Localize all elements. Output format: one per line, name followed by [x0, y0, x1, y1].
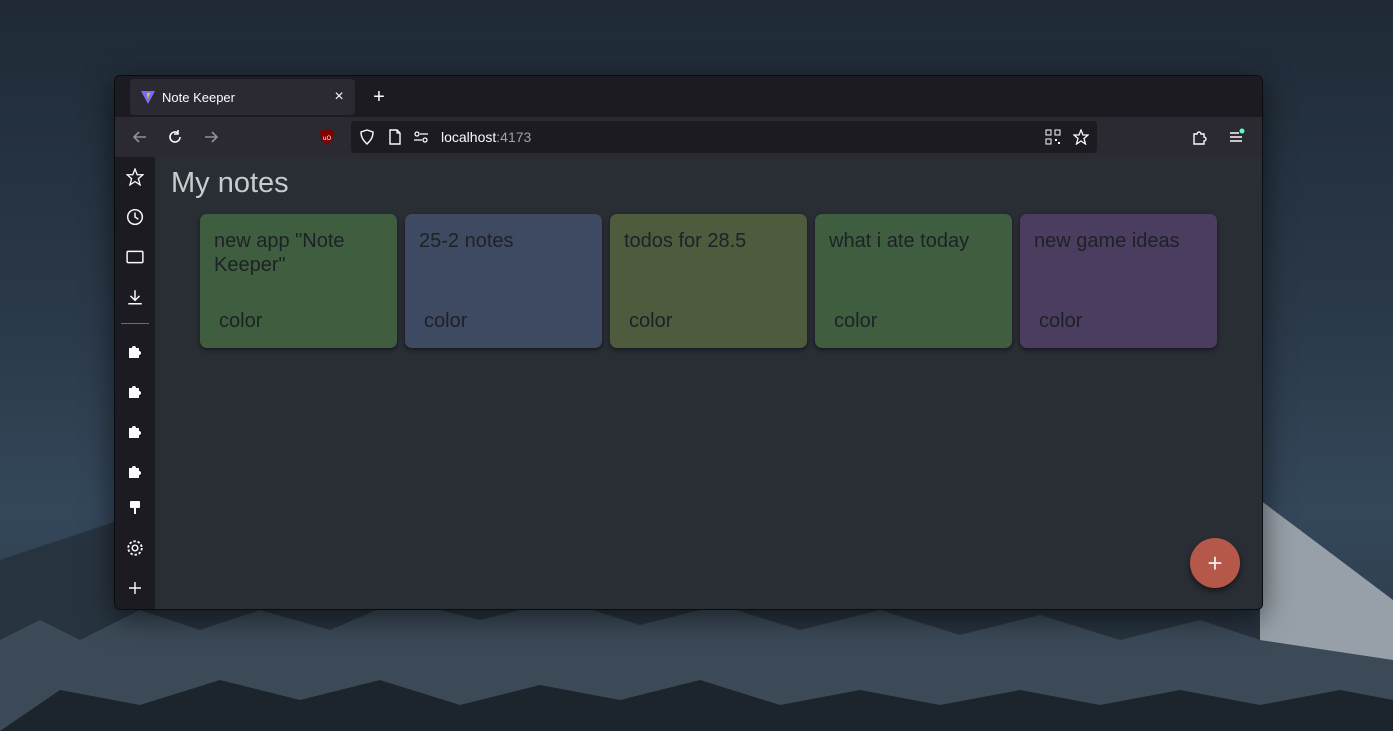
note-color-button[interactable]: color	[834, 310, 877, 333]
app-menu-button[interactable]	[1224, 125, 1248, 149]
note-card[interactable]: what i ate today color	[815, 214, 1012, 348]
puzzle-icon	[1193, 131, 1207, 145]
page-title: My notes	[171, 167, 289, 199]
note-card[interactable]: new app "Note Keeper" color	[200, 214, 397, 348]
tab-bar: Note Keeper × +	[115, 76, 1262, 117]
tab-note-keeper[interactable]: Note Keeper ×	[130, 79, 355, 115]
permissions-icon[interactable]	[413, 129, 429, 145]
hamburger-menu-icon	[1230, 128, 1245, 142]
add-sidebar-item-icon[interactable]	[125, 578, 145, 598]
note-color-button[interactable]: color	[219, 310, 262, 333]
note-title: new app "Note Keeper"	[214, 230, 345, 276]
arrow-left-icon	[132, 131, 146, 143]
url-port: :4173	[496, 129, 532, 145]
reload-button[interactable]	[163, 125, 187, 149]
note-color-button[interactable]: color	[1039, 310, 1082, 333]
browser-window: Note Keeper × + uO localhost:4173 My not…	[114, 75, 1263, 610]
url-text: localhost:4173	[441, 129, 531, 145]
settings-gear-icon[interactable]	[125, 538, 145, 558]
note-title: 25-2 notes	[419, 230, 514, 252]
extensions-button[interactable]	[1188, 125, 1212, 149]
navigation-toolbar: uO localhost:4173	[115, 117, 1262, 157]
svg-text:uO: uO	[323, 135, 332, 142]
note-color-button[interactable]: color	[629, 310, 672, 333]
new-tab-button[interactable]: +	[367, 85, 391, 109]
extension-puzzle-icon[interactable]	[125, 461, 145, 481]
note-card[interactable]: 25-2 notes color	[405, 214, 602, 348]
sidebar-divider	[121, 323, 149, 324]
history-clock-icon[interactable]	[125, 207, 145, 227]
paint-brush-icon[interactable]	[125, 498, 145, 518]
bookmark-star-icon[interactable]	[1073, 129, 1089, 145]
address-bar[interactable]: localhost:4173	[351, 121, 1097, 153]
forward-button[interactable]	[199, 125, 223, 149]
tracking-shield-icon[interactable]	[359, 129, 375, 145]
extension-puzzle-icon[interactable]	[125, 421, 145, 441]
add-note-button[interactable]: +	[1190, 538, 1240, 588]
page-info-icon[interactable]	[387, 129, 403, 145]
synced-tabs-icon[interactable]	[125, 247, 145, 267]
page-content: My notes new app "Note Keeper" color 25-…	[155, 157, 1262, 609]
browser-sidebar	[115, 157, 155, 609]
note-title: what i ate today	[829, 230, 970, 252]
url-host: localhost	[441, 129, 497, 145]
extension-puzzle-icon[interactable]	[125, 381, 145, 401]
note-color-button[interactable]: color	[424, 310, 467, 333]
reload-icon	[169, 130, 181, 143]
note-title: todos for 28.5	[624, 230, 747, 252]
back-button[interactable]	[128, 125, 152, 149]
ublock-origin-button[interactable]: uO	[315, 125, 339, 149]
tab-title: Note Keeper	[162, 89, 235, 105]
close-tab-icon[interactable]: ×	[331, 89, 347, 105]
note-card[interactable]: new game ideas color	[1020, 214, 1217, 348]
note-title: new game ideas	[1034, 230, 1180, 252]
downloads-icon[interactable]	[125, 287, 145, 307]
arrow-right-icon	[205, 131, 219, 143]
vite-logo-icon	[141, 91, 155, 104]
bookmarks-star-icon[interactable]	[125, 167, 145, 187]
qr-code-icon[interactable]	[1045, 129, 1061, 145]
note-card[interactable]: todos for 28.5 color	[610, 214, 807, 348]
ublock-shield-icon: uO	[320, 129, 334, 145]
extension-puzzle-icon[interactable]	[125, 341, 145, 361]
